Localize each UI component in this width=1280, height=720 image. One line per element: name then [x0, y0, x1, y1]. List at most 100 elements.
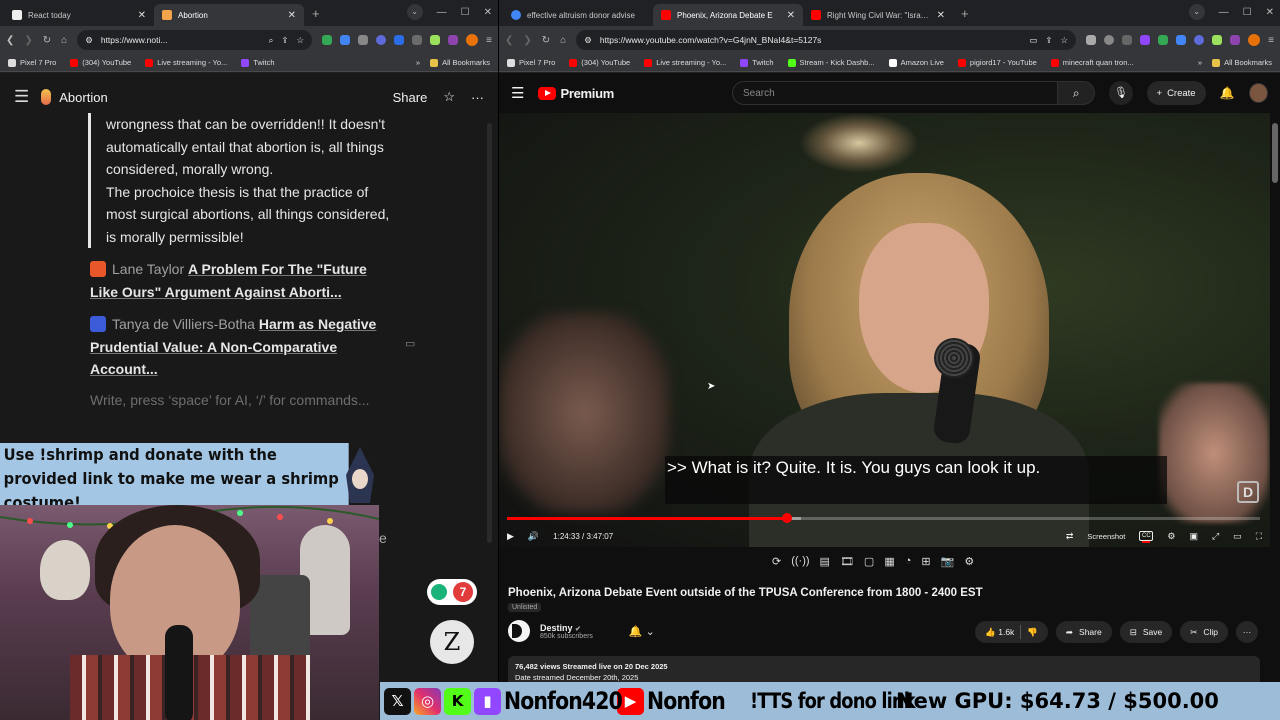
all-bookmarks[interactable]: All Bookmarks — [1212, 58, 1272, 67]
tab-react-today[interactable]: React today ✕ — [4, 4, 154, 26]
extension-icon[interactable] — [1104, 35, 1115, 45]
bookmark-item[interactable]: Pixel 7 Pro — [507, 58, 555, 67]
favorite-star-icon[interactable]: ☆ — [443, 89, 455, 105]
back-icon[interactable]: ❮ — [505, 35, 513, 46]
new-block-placeholder[interactable]: Write, press ‘space’ for AI, ‘/’ for com… — [90, 389, 390, 412]
minimize-icon[interactable]: — — [1219, 7, 1229, 18]
fullscreen-icon[interactable]: ⛶ — [1256, 531, 1262, 542]
plus-box-icon[interactable]: ⊞ — [921, 555, 930, 568]
speed-icon[interactable]: ◔ — [905, 555, 912, 568]
tab-right-wing-civil-war[interactable]: Right Wing Civil War: "Israel & ✕ — [803, 4, 953, 26]
loop-icon[interactable]: ⟳ — [772, 555, 781, 568]
channel-name[interactable]: Destiny ✔ — [540, 623, 593, 633]
bookmark-item[interactable]: (304) YouTube — [569, 58, 630, 67]
extension-icon[interactable] — [1230, 35, 1241, 45]
like-button[interactable]: 👍 1.6k — [985, 627, 1014, 638]
zoom-icon[interactable]: ⌕ — [269, 35, 274, 46]
menu-icon[interactable]: ≡ — [486, 35, 492, 46]
scrollbar[interactable] — [487, 123, 492, 543]
close-tab-icon[interactable]: ✕ — [138, 10, 146, 21]
flask-icon[interactable] — [430, 35, 441, 45]
audio-icon[interactable]: ((·)) — [791, 555, 809, 568]
more-options-icon[interactable]: ··· — [471, 90, 484, 105]
notifications-bell-icon[interactable]: 🔔 — [1220, 86, 1235, 100]
bookmark-item[interactable]: Stream - Kick Dashb... — [787, 58, 875, 67]
extension-icon[interactable] — [1122, 35, 1133, 45]
bookmark-star-icon[interactable]: ☆ — [297, 35, 305, 46]
close-tab-icon[interactable]: ✕ — [787, 10, 795, 21]
close-tab-icon[interactable]: ✕ — [937, 10, 945, 21]
bookmark-item[interactable]: minecraft quan tron... — [1050, 58, 1134, 67]
bookmark-item[interactable]: Live streaming - Yo... — [644, 58, 726, 67]
volume-icon[interactable]: 🔊 — [528, 531, 539, 542]
address-bar[interactable]: ⚙ https://www.youtube.com/watch?v=G4jnN_… — [576, 30, 1077, 50]
extension-icon[interactable] — [1140, 35, 1151, 45]
forward-icon[interactable]: ❯ — [24, 35, 32, 46]
tab-effective-altruism[interactable]: effective altruism donor advise — [503, 4, 653, 26]
bookmark-item[interactable]: Twitch — [241, 58, 275, 67]
voice-search-icon[interactable]: 🎙 — [1109, 81, 1133, 105]
menu-icon[interactable]: ≡ — [1268, 35, 1274, 46]
maximize-icon[interactable]: ☐ — [461, 7, 470, 18]
reload-icon[interactable]: ↻ — [542, 35, 550, 46]
more-bookmarks-icon[interactable]: » — [1198, 58, 1202, 67]
tab-abortion[interactable]: Abortion ✕ — [154, 4, 304, 26]
user-avatar[interactable] — [1248, 83, 1268, 103]
more-bookmarks-icon[interactable]: » — [416, 58, 420, 67]
save-button[interactable]: ⊟ Save — [1119, 621, 1173, 643]
subscribed-notification-button[interactable]: 🔔 ⌄ — [629, 625, 655, 638]
subtitles-cc-icon[interactable]: CC — [1139, 531, 1154, 543]
all-bookmarks[interactable]: All Bookmarks — [430, 58, 490, 67]
extension-icon[interactable] — [448, 35, 459, 45]
extension-icon[interactable] — [340, 35, 351, 45]
sidebar-menu-icon[interactable]: ☰ — [14, 87, 29, 107]
close-window-icon[interactable]: ✕ — [1266, 7, 1274, 18]
bookmark-item[interactable]: Pixel 7 Pro — [8, 58, 56, 67]
bookmark-item[interactable]: Live streaming - Yo... — [145, 58, 227, 67]
cinema-icon[interactable]: ▦ — [884, 555, 894, 568]
search-icon[interactable]: ⌕ — [1058, 81, 1096, 105]
flask-icon[interactable] — [1212, 35, 1223, 45]
reference-item[interactable]: Tanya de Villiers-Botha Harm as Negative… — [90, 313, 390, 381]
page-title[interactable]: Abortion — [41, 89, 380, 105]
more-actions-icon[interactable]: ··· — [1236, 621, 1258, 643]
share-button[interactable]: Share — [393, 90, 428, 105]
extension-icon[interactable] — [412, 35, 423, 45]
bookmark-item[interactable]: Amazon Live — [888, 58, 944, 67]
new-tab-button[interactable]: + — [953, 4, 977, 26]
extension-icon[interactable] — [1176, 35, 1187, 45]
extension-icon[interactable] — [1194, 35, 1205, 45]
profile-avatar[interactable] — [1248, 34, 1261, 46]
bookmark-item[interactable]: pigiord17 - YouTube — [957, 58, 1037, 67]
pip-icon[interactable]: ⤢ — [1212, 531, 1219, 542]
close-window-icon[interactable]: ✕ — [484, 7, 492, 18]
bookmark-item[interactable]: Twitch — [740, 58, 774, 67]
close-tab-icon[interactable]: ✕ — [288, 10, 296, 21]
extension-icon[interactable] — [322, 35, 333, 45]
channel-watermark-logo[interactable]: D — [1237, 481, 1259, 503]
screenshot-button[interactable]: Screenshot — [1087, 532, 1125, 541]
thumbs-down-icon[interactable]: 👎 — [1027, 627, 1038, 638]
tab-search-chevron-icon[interactable]: ⌄ — [1188, 4, 1205, 20]
film-icon[interactable]: 🎞 — [840, 555, 854, 568]
site-info-icon[interactable]: ⚙ — [584, 35, 592, 46]
minimize-icon[interactable]: — — [437, 7, 447, 18]
extension-icon[interactable] — [358, 35, 369, 45]
miniplayer-icon[interactable]: ▣ — [1189, 531, 1198, 542]
forward-icon[interactable]: ❯ — [523, 35, 531, 46]
extension-icon[interactable] — [1086, 35, 1097, 45]
search-input[interactable]: Search — [731, 81, 1059, 105]
profile-avatar[interactable] — [466, 34, 479, 46]
page-scrollbar[interactable] — [1272, 123, 1278, 183]
seek-bar[interactable] — [507, 513, 1260, 523]
enhancer-settings-icon[interactable]: ⚙ — [964, 555, 974, 568]
share-button[interactable]: ➦ Share — [1055, 621, 1112, 643]
bookmark-item[interactable]: (304) YouTube — [70, 58, 131, 67]
new-tab-button[interactable]: + — [304, 4, 328, 26]
address-bar[interactable]: ⚙ https://www.noti... ⌕ ⇪ ☆ — [77, 30, 313, 50]
tab-phoenix-debate[interactable]: Phoenix, Arizona Debate E ✕ — [653, 4, 803, 26]
theater-mode-icon[interactable]: ▭ — [1233, 531, 1242, 542]
site-info-icon[interactable]: ⚙ — [85, 35, 93, 46]
quote-block[interactable]: wrongness that can be overridden!! It do… — [88, 113, 390, 248]
play-icon[interactable]: ▶ — [507, 531, 514, 542]
